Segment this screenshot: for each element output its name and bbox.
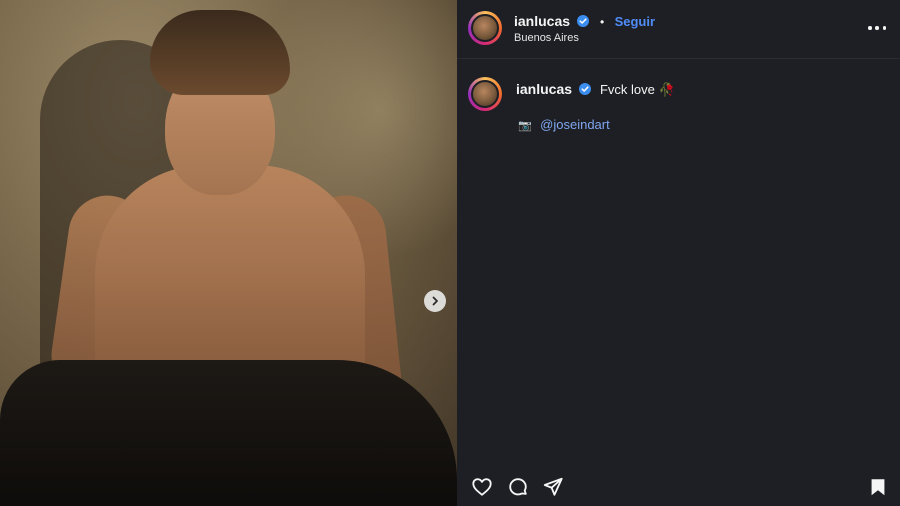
header-user-line: ianlucas • Seguir [514,13,655,31]
comment-icon[interactable] [507,476,529,498]
verified-badge-icon [577,15,590,27]
follow-button[interactable]: Seguir [615,14,655,29]
send-icon[interactable] [542,476,564,498]
header-divider [457,58,900,59]
chevron-right-icon [432,296,438,306]
more-horizontal-icon [868,26,872,30]
mention-link[interactable]: @joseindart [540,117,610,132]
post-location[interactable]: Buenos Aires [514,32,579,44]
camera-icon: 📷 [518,120,532,132]
post-photo[interactable] [0,0,457,506]
post-side-panel: ianlucas • Seguir Buenos Aires ianlucas [457,0,900,506]
header-separator: • [599,15,605,29]
photo-credit-line: 📷 @joseindart [518,116,610,134]
more-horizontal-icon [875,26,879,30]
more-options-button[interactable] [868,20,886,36]
carousel-next-button[interactable] [424,290,446,312]
heart-icon[interactable] [471,476,493,498]
avatar-image [471,14,499,42]
more-horizontal-icon [882,26,886,30]
action-bar [457,466,900,506]
caption-line: ianlucas Fvck love 🥀 [516,81,675,99]
caption-avatar[interactable] [468,77,502,111]
caption-username[interactable]: ianlucas [516,81,572,97]
post-header: ianlucas • Seguir Buenos Aires [457,0,900,58]
caption-text: Fvck love 🥀 [599,82,675,97]
header-avatar[interactable] [468,11,502,45]
avatar-image [471,80,499,108]
verified-badge-icon [579,83,592,95]
photo-pants [0,360,457,506]
bookmark-icon[interactable] [867,476,889,498]
header-username[interactable]: ianlucas [514,13,570,29]
